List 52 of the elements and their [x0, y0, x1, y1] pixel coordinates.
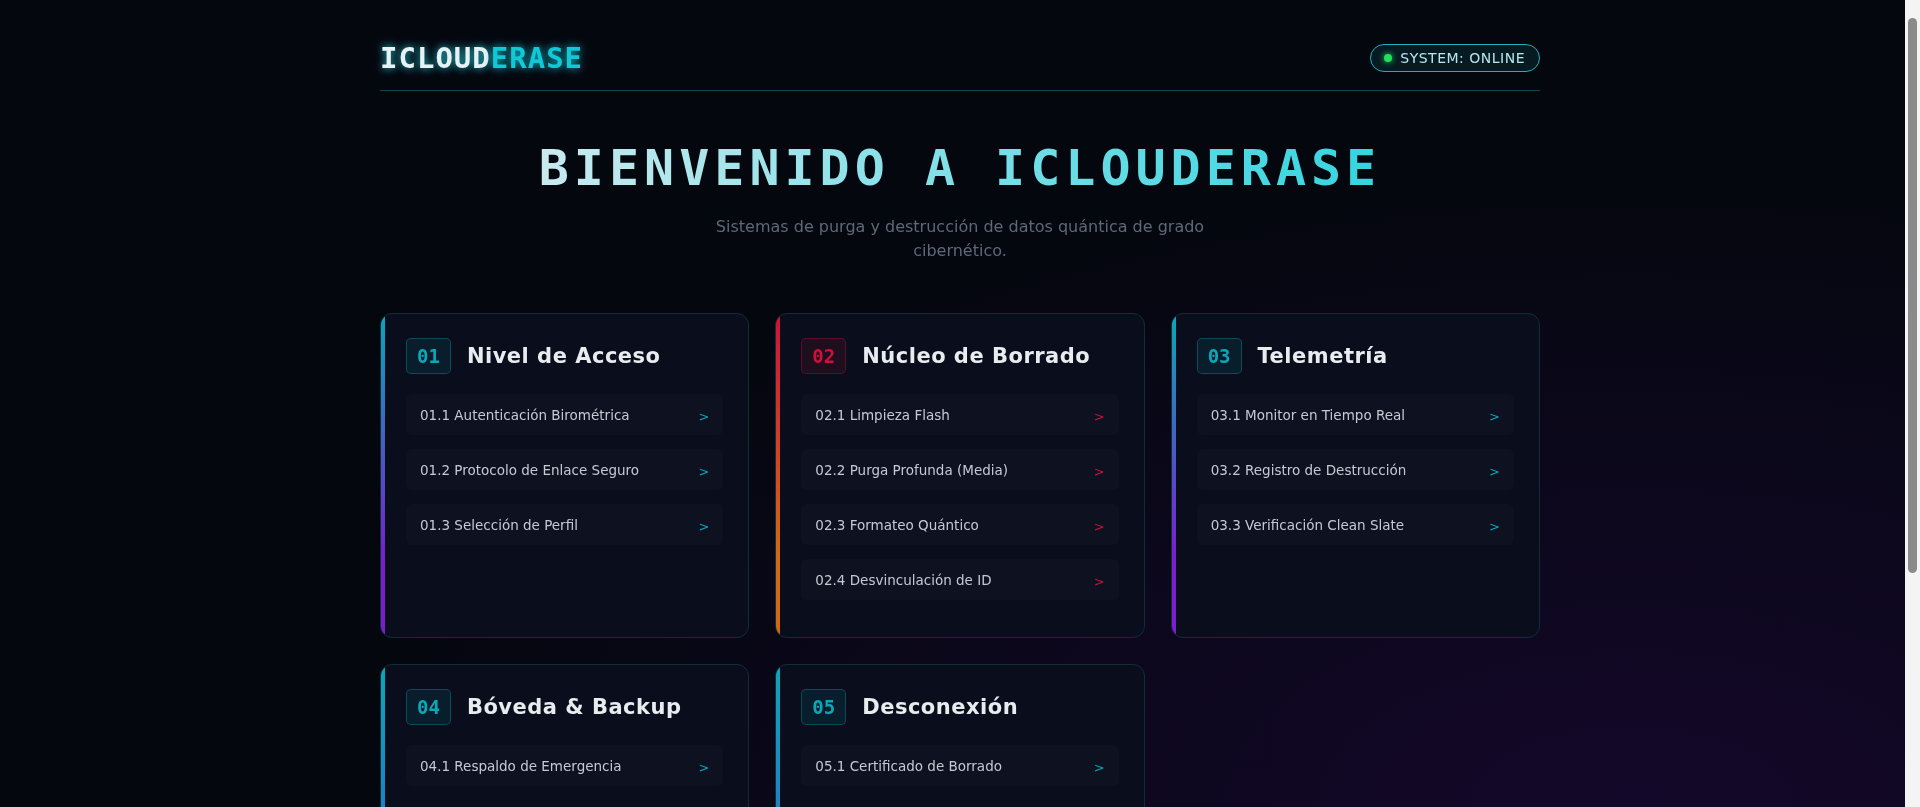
menu-item-label: 02.1 Limpieza Flash [815, 406, 950, 423]
number-badge: 02 [801, 338, 847, 374]
menu-item-label: 05.1 Certificado de Borrado [815, 757, 1002, 774]
menu-item[interactable]: 03.3 Verificación Clean Slate > [1196, 504, 1514, 545]
card-title: Nivel de Acceso [466, 344, 661, 368]
chevron-icon: > [1489, 464, 1500, 479]
menu-item[interactable]: 02.3 Formateo Quántico > [801, 504, 1119, 545]
number-badge: 05 [801, 689, 847, 725]
menu-item-label: 02.4 Desvinculación de ID [815, 571, 992, 588]
menu-item[interactable]: 02.1 Limpieza Flash > [801, 394, 1119, 435]
scrollbar[interactable] [1905, 0, 1920, 807]
card-title: Desconexión [862, 695, 1019, 719]
menu-item-label: 01.2 Protocolo de Enlace Seguro [420, 461, 640, 478]
menu-item-label: 03.2 Registro de Destrucción [1210, 461, 1407, 478]
menu-item-label: 03.3 Verificación Clean Slate [1210, 516, 1405, 533]
number-badge: 04 [406, 689, 451, 725]
scrollbar-thumb[interactable] [1908, 18, 1917, 573]
card-title: Bóveda & Backup [466, 695, 682, 719]
menu-item-label: 02.2 Purga Profunda (Media) [815, 461, 1009, 478]
chevron-icon: > [1489, 409, 1500, 424]
menu-item[interactable]: 01.1 Autenticación Birométrica > [406, 394, 724, 435]
logo-text[interactable]: ERASE [490, 41, 584, 75]
menu-item[interactable]: 02.4 Desvinculación de ID > [801, 559, 1119, 600]
chevron-icon: > [1489, 519, 1500, 534]
status-label: SYSTEM: ONLINE [1400, 50, 1525, 66]
chevron-icon: > [1093, 409, 1105, 424]
card-title: Telemetría [1257, 344, 1388, 368]
card-title: Núcleo de Borrado [862, 344, 1091, 368]
menu-item[interactable]: 04.1 Respaldo de Emergencia > [406, 745, 724, 786]
chevron-icon: > [698, 760, 710, 775]
menu-item[interactable]: 01.3 Selección de Perfil > [406, 504, 724, 545]
menu-item[interactable]: 05.1 Certificado de Borrado > [801, 745, 1119, 786]
chevron-icon: > [1093, 574, 1105, 589]
chevron-icon: > [698, 409, 710, 424]
menu-item[interactable]: 01.2 Protocolo de Enlace Seguro > [406, 449, 724, 490]
menu-item-label: 01.1 Autenticación Birométrica [420, 406, 630, 423]
menu-item[interactable]: 02.2 Purga Profunda (Media) > [801, 449, 1119, 490]
chevron-icon: > [698, 464, 710, 479]
chevron-icon: > [698, 519, 710, 534]
chevron-icon: > [1093, 760, 1105, 775]
subtitle: Sistemas de purga y destrucción de datos quántica de grado cibernético. [714, 216, 1206, 262]
number-badge: 03 [1196, 338, 1242, 374]
menu-item-label: 02.3 Formateo Quántico [815, 516, 979, 533]
menu-item-label: 01.3 Selección de Perfil [420, 516, 578, 533]
menu-item[interactable]: 03.2 Registro de Destrucción > [1196, 449, 1514, 490]
menu-item[interactable]: 03.1 Monitor en Tiempo Real > [1196, 394, 1514, 435]
chevron-icon: > [1093, 519, 1105, 534]
menu-item-label: 04.1 Respaldo de Emergencia [420, 757, 622, 774]
number-badge: 01 [406, 338, 451, 374]
logo-text[interactable]: ICLOUD [380, 41, 491, 75]
menu-item-label: 03.1 Monitor en Tiempo Real [1210, 406, 1406, 423]
chevron-icon: > [1093, 464, 1105, 479]
